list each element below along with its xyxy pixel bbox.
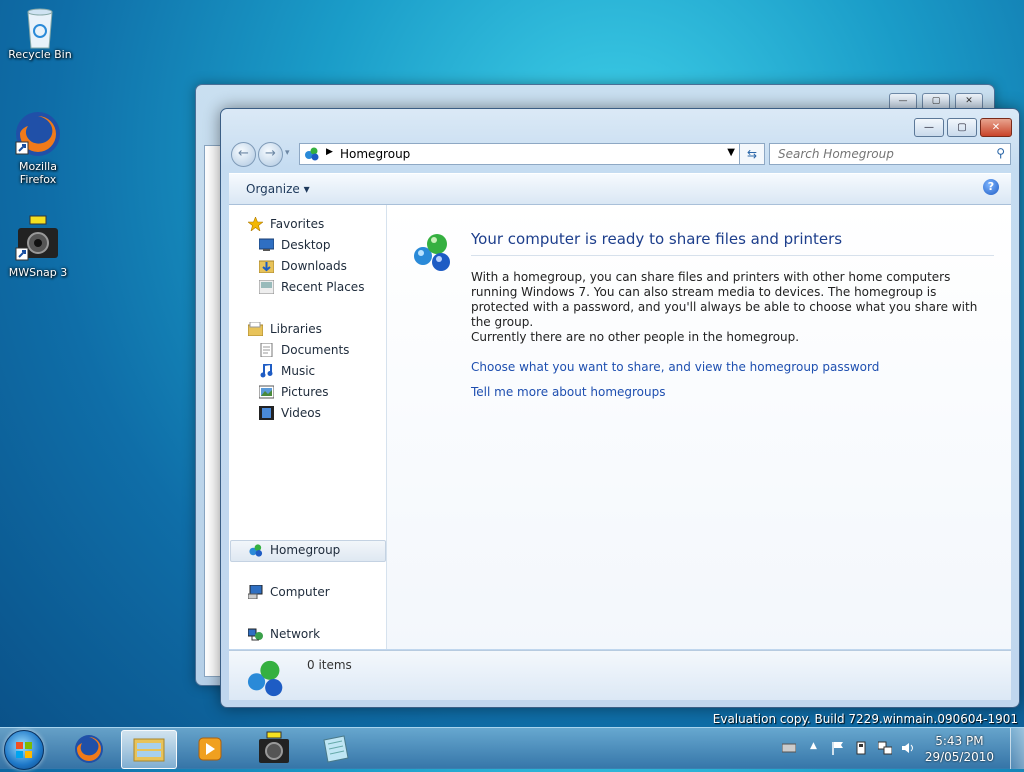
evaluation-watermark: Evaluation copy. Build 7229.winmain.0906…	[712, 712, 1018, 726]
clock-date: 29/05/2010	[924, 750, 994, 764]
camera-icon	[14, 214, 62, 264]
safely-remove-hardware-icon[interactable]	[854, 741, 868, 755]
divider	[471, 255, 994, 256]
content-pane: Your computer is ready to share files an…	[387, 205, 1011, 649]
pictures-icon	[258, 385, 275, 399]
downloads-folder-icon	[258, 259, 275, 274]
minimize-button[interactable]: —	[914, 118, 944, 137]
command-bar: Organize ▾ ?	[229, 173, 1011, 205]
homegroup-icon	[304, 146, 320, 165]
back-button[interactable]: ←	[231, 142, 256, 167]
search-icon[interactable]: ⚲	[996, 146, 1005, 160]
star-icon	[247, 216, 264, 232]
show-desktop-button[interactable]	[1010, 728, 1024, 769]
keyboard-icon[interactable]	[781, 741, 797, 755]
tell-me-more-link[interactable]: Tell me more about homegroups	[471, 385, 666, 399]
recent-places-icon	[258, 279, 275, 295]
address-text: Homegroup	[340, 147, 411, 161]
firefox-icon	[14, 110, 62, 158]
start-button[interactable]	[4, 730, 44, 770]
action-center-flag-icon[interactable]	[831, 741, 845, 755]
desktop-icon-mwsnap[interactable]: MWSnap 3	[0, 214, 76, 279]
search-box[interactable]: ⚲	[769, 143, 1011, 165]
homegroup-large-icon	[411, 230, 459, 277]
desktop-icon-firefox[interactable]: Mozilla Firefox	[0, 110, 76, 186]
recent-pages-chevron-icon[interactable]: ▾	[285, 148, 290, 158]
choose-share-link[interactable]: Choose what you want to share, and view …	[471, 360, 879, 374]
folder-icon	[133, 738, 165, 762]
status-text: Currently there are no other people in t…	[471, 330, 800, 344]
forward-button[interactable]: →	[258, 142, 283, 167]
desktop-icon-label: Mozilla Firefox	[19, 160, 57, 186]
explorer-window[interactable]: — ▢ ✕ ← → ▾ ▶ Homegroup ▼ ⇆ ⚲ Organize ▾…	[220, 108, 1020, 708]
taskbar-explorer-button[interactable]	[121, 730, 177, 769]
notepad-icon	[323, 735, 349, 763]
close-button[interactable]: ✕	[980, 118, 1012, 137]
taskbar-media-player-button[interactable]	[182, 730, 236, 767]
address-dropdown-icon[interactable]: ▼	[727, 147, 735, 158]
navigation-pane: Favorites Desktop Downloads Recent Place…	[229, 205, 387, 649]
music-icon	[259, 362, 274, 378]
details-pane: 0 items	[229, 650, 1011, 700]
description-text: With a homegroup, you can share files an…	[471, 270, 978, 329]
recycle-bin-icon	[20, 6, 60, 49]
page-title: Your computer is ready to share files an…	[471, 230, 843, 248]
clock-time: 5:43 PM	[935, 734, 984, 748]
network-icon	[247, 627, 263, 641]
computer-icon	[247, 584, 263, 600]
desktop-icon	[258, 238, 275, 252]
desktop-icon-label: MWSnap 3	[8, 266, 68, 279]
media-player-icon	[198, 737, 222, 761]
maximize-button[interactable]: ▢	[947, 118, 977, 137]
volume-icon[interactable]	[901, 741, 915, 755]
navigation-bar: ← → ▾ ▶ Homegroup ▼ ⇆ ⚲	[229, 140, 1011, 168]
breadcrumb-separator-icon: ▶	[326, 147, 333, 157]
taskbar: ▲ 5:43 PM 29/05/2010	[0, 727, 1024, 770]
windows-logo-icon	[16, 742, 32, 758]
refresh-button[interactable]: ⇆	[739, 143, 765, 165]
documents-icon	[259, 342, 274, 358]
taskbar-notepad-button[interactable]	[308, 730, 362, 767]
network-status-icon[interactable]	[877, 741, 893, 755]
address-bar[interactable]: ▶ Homegroup ▼	[299, 143, 740, 165]
organize-button[interactable]: Organize ▾	[246, 182, 310, 196]
help-icon[interactable]: ?	[983, 179, 999, 195]
homegroup-icon	[248, 543, 263, 557]
taskbar-mwsnap-button[interactable]	[247, 730, 301, 767]
camera-icon	[259, 731, 289, 763]
search-input[interactable]	[776, 146, 980, 162]
desktop-icon-recycle-bin[interactable]: Recycle Bin	[2, 6, 78, 61]
system-tray: ▲ 5:43 PM 29/05/2010	[774, 728, 1024, 769]
taskbar-firefox-button[interactable]	[62, 730, 116, 767]
libraries-icon	[247, 321, 264, 337]
firefox-icon	[75, 735, 103, 763]
clock[interactable]: 5:43 PM 29/05/2010	[925, 733, 994, 765]
homegroup-details-icon	[245, 657, 291, 702]
videos-icon	[259, 406, 274, 420]
item-count: 0 items	[307, 658, 352, 672]
show-hidden-icons-icon[interactable]: ▲	[810, 741, 824, 755]
